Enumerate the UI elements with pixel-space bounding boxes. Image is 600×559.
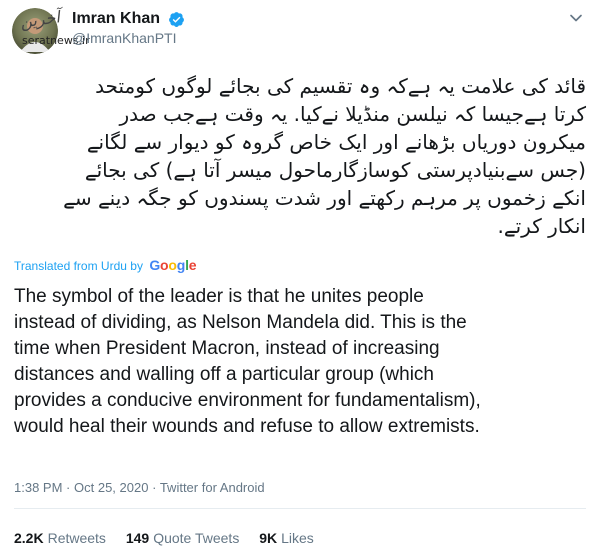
translated-from-label[interactable]: Translated from Urdu [14,259,127,273]
user-names[interactable]: Imran Khan @ImranKhanPTI [72,10,185,46]
english-line: would heal their wounds and refuse to al… [14,416,480,437]
divider [14,508,586,509]
tweet-time[interactable]: 1:38 PM [14,480,62,495]
tweet-date[interactable]: Oct 25, 2020 [74,480,148,495]
google-logo: Google [149,257,197,273]
tweet-source[interactable]: Twitter for Android [160,480,265,495]
tweet-card: آخرین seratnews.ir Imran Khan @ImranKhan… [0,0,600,559]
translation-attribution[interactable]: Translated from Urdu by Google [14,257,197,273]
english-line: provides a conducive environment for fun… [14,390,481,411]
urdu-line: انکے زخموں پر مرہم رکھتے اور شدت پسندوں … [63,186,586,210]
retweets-count: 2.2K [14,530,44,546]
tweet-header: آخرین seratnews.ir Imran Khan @ImranKhan… [10,4,590,58]
chevron-down-icon[interactable] [566,8,586,28]
likes-count: 9K [259,530,278,546]
urdu-line: (جس سےبنیادپرستی کوسازگارماحول میسر آتا … [84,158,586,182]
english-line: time when President Macron, instead of i… [14,338,440,359]
likes-stat[interactable]: 9K Likes [259,530,314,546]
tweet-meta: 1:38 PM · Oct 25, 2020 · Twitter for And… [14,480,265,495]
tweet-stats: 2.2K Retweets 149 Quote Tweets 9K Likes [14,530,330,546]
quote-tweets-label: Quote Tweets [153,530,240,546]
watermark-top-text: آخرین [18,7,61,32]
user-handle[interactable]: @ImranKhanPTI [72,30,185,46]
urdu-line: انکار کرتے. [497,214,586,238]
display-name[interactable]: Imran Khan [72,10,160,28]
retweets-label: Retweets [47,530,106,546]
likes-label: Likes [281,530,314,546]
meta-separator: · [152,480,157,495]
translated-by-label: by [130,259,143,273]
english-line: The symbol of the leader is that he unit… [14,286,424,307]
english-line: instead of dividing, as Nelson Mandela d… [14,312,467,333]
retweets-stat[interactable]: 2.2K Retweets [14,530,106,546]
tweet-text-english: The symbol of the leader is that he unit… [14,284,594,440]
tweet-text-urdu: قائد کی علامت یہ ہےکہ وہ تقسیم کی بجائے … [14,72,586,240]
quote-tweets-count: 149 [125,530,150,546]
urdu-line: قائد کی علامت یہ ہےکہ وہ تقسیم کی بجائے … [95,74,586,98]
english-line: distances and walling off a particular g… [14,364,434,385]
quote-tweets-stat[interactable]: 149 Quote Tweets [126,530,240,546]
urdu-line: میکرون دوریاں بڑھانے اور ایک خاص گروہ کو… [86,130,586,154]
watermark-logo: آخرین seratnews.ir [18,7,90,52]
meta-separator: · [66,480,71,495]
urdu-line: کرتا ہےجیسا کہ نیلسن منڈیلا نےکیا. یہ وق… [119,102,587,126]
verified-badge-icon [169,11,185,27]
